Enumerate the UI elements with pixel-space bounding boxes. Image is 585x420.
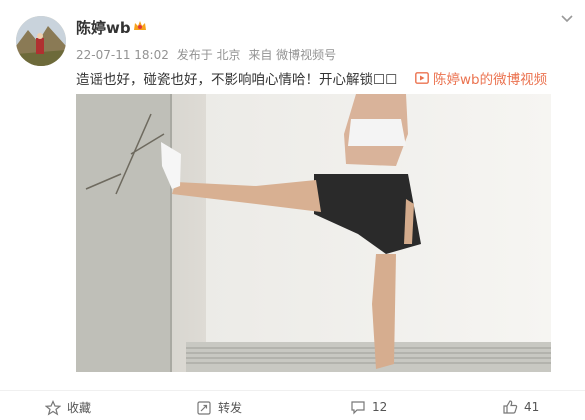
post-time[interactable]: 22-07-11 18:02 <box>76 48 169 62</box>
like-icon <box>503 400 518 414</box>
favorite-button[interactable]: 收藏 <box>45 399 91 416</box>
favorite-label: 收藏 <box>67 401 92 415</box>
post-location: 发布于 北京 <box>176 48 241 62</box>
comment-button[interactable]: 12 <box>350 399 387 415</box>
post-client[interactable]: 来自 微博视频号 <box>248 48 336 62</box>
action-bar: 收藏 转发 12 41 <box>0 390 585 420</box>
avatar[interactable] <box>16 16 66 66</box>
post-text: 造谣也好，碰瓷也好，不影响咱心情哈！开心解锁☐☐ <box>76 72 398 88</box>
vip-crown-icon <box>134 21 146 30</box>
repost-icon <box>197 400 211 415</box>
like-button[interactable]: 41 <box>502 399 539 415</box>
comment-count: 12 <box>372 400 388 414</box>
chevron-down-icon[interactable] <box>559 10 575 26</box>
repost-button[interactable]: 转发 <box>196 399 242 416</box>
video-player[interactable] <box>76 94 551 372</box>
video-link-label: 陈婷wb的微博视频 <box>433 72 548 88</box>
star-icon <box>45 399 61 416</box>
comment-icon <box>351 401 365 415</box>
video-icon <box>415 72 429 84</box>
username[interactable]: 陈婷wb <box>76 17 131 38</box>
video-link[interactable]: 陈婷wb的微博视频 <box>415 68 547 88</box>
post-meta: 22-07-11 18:02 发布于 北京 来自 微博视频号 <box>76 46 340 63</box>
like-count: 41 <box>524 400 540 414</box>
repost-label: 转发 <box>218 401 243 415</box>
